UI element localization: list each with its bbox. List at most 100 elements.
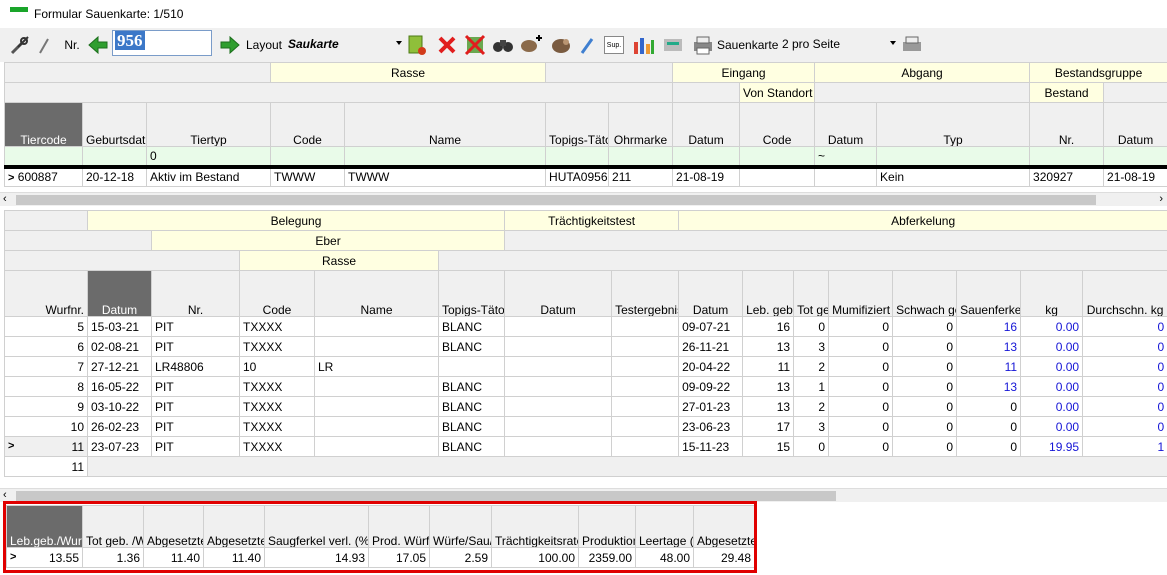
- top-horizontal-scrollbar[interactable]: ‹ ›: [0, 192, 1167, 206]
- chevron-right-icon[interactable]: ›: [1159, 193, 1163, 205]
- cell-test-datum[interactable]: [504, 316, 613, 337]
- table-row[interactable]: 6 02-08-21 PIT TXXXX BLANC 26-11-21 13 3 0 0 13 0.0…: [4, 336, 1167, 357]
- cell-datum[interactable]: 03-10-22: [87, 396, 152, 417]
- sum-col-tot-geb[interactable]: Tot geb. /Wurf (Nr.): [82, 505, 144, 548]
- filter-cell[interactable]: [876, 146, 1031, 167]
- chart-icon[interactable]: [630, 33, 658, 57]
- cell-ohrmarke[interactable]: 211: [608, 166, 674, 187]
- col-ohrmarke[interactable]: Ohrmarke: [608, 102, 674, 147]
- sum-val-leertage[interactable]: 48.00: [635, 547, 694, 568]
- sauenkarte-select[interactable]: 2 pro Seite: [782, 33, 898, 55]
- cell-mumifiziert[interactable]: 0: [828, 356, 894, 377]
- sum-col-produktionstage[interactable]: Produktionstage (Tage): [578, 505, 636, 548]
- cell-topigs[interactable]: [437, 356, 506, 377]
- cell-durchschn-kg[interactable]: 1: [1082, 436, 1167, 457]
- sum-col-abgesetzte-wurf[interactable]: Abgesetzte /Wurf (Nr.): [203, 505, 265, 548]
- cell-schwach-geb[interactable]: 0: [892, 396, 958, 417]
- cell-code[interactable]: TXXXX: [239, 376, 315, 397]
- cell-test-datum[interactable]: [504, 396, 613, 417]
- cell-testergebnis[interactable]: [611, 336, 680, 357]
- cell-tiercode[interactable]: > 600887: [4, 166, 83, 187]
- cell-wurfnr[interactable]: 8: [4, 376, 88, 397]
- table-row[interactable]: 10 26-02-23 PIT TXXXX BLANC 23-06-23 17 3 0 0 0 0.0…: [4, 416, 1167, 437]
- table-row[interactable]: 9 03-10-22 PIT TXXXX BLANC 27-01-23 13 2 0 0 0 0.00…: [4, 396, 1167, 417]
- cell-leb-geb[interactable]: 13: [742, 336, 795, 357]
- cell-geburtsdatum[interactable]: 20-12-18: [82, 166, 147, 187]
- delete-all-icon[interactable]: [462, 33, 488, 57]
- cell-abferkel-datum[interactable]: 20-04-22: [678, 356, 744, 377]
- col-eber-topigs[interactable]: Topigs-Tätowierungsnr.: [437, 270, 506, 317]
- cell-mumifiziert[interactable]: 0: [828, 336, 894, 357]
- cell-kg[interactable]: 19.95: [1020, 436, 1084, 457]
- cell-code[interactable]: TXXXX: [239, 436, 315, 457]
- cell-test-datum[interactable]: [504, 436, 613, 457]
- cell-topigs[interactable]: BLANC: [437, 336, 506, 357]
- cell-datum[interactable]: 27-12-21: [87, 356, 152, 377]
- cell-wurfnr[interactable]: 6: [4, 336, 88, 357]
- cell-schwach-geb[interactable]: 0: [892, 336, 958, 357]
- filter-cell[interactable]: [608, 146, 674, 167]
- col-eber-nr[interactable]: Nr.: [151, 270, 240, 317]
- filter-cell[interactable]: [545, 146, 610, 167]
- cell-name[interactable]: TWWW: [344, 166, 547, 187]
- sum-col-saugferkel-verl[interactable]: Saugferkel verl. (%): [264, 505, 369, 548]
- cell-mumifiziert[interactable]: 0: [828, 376, 894, 397]
- cell-mumifiziert[interactable]: 0: [828, 316, 894, 337]
- sum-col-abgesetzte-absetzung[interactable]: Abgesetzte /Absetzung (Nr.): [143, 505, 204, 548]
- cell-leb-geb[interactable]: 16: [742, 316, 795, 337]
- cell-durchschn-kg[interactable]: 0: [1082, 376, 1167, 397]
- filter-cell[interactable]: [1103, 146, 1167, 167]
- col-eber-code[interactable]: Code: [239, 270, 315, 317]
- cell-eingang-code[interactable]: [739, 166, 816, 187]
- cell-abgang-datum[interactable]: [814, 166, 878, 187]
- cell-mumifiziert[interactable]: 0: [828, 436, 894, 457]
- col-leb-geb[interactable]: Leb. geb.: [742, 270, 795, 317]
- cell-durchschn-kg[interactable]: 0: [1082, 316, 1167, 337]
- cell-schwach-geb[interactable]: 0: [892, 316, 958, 337]
- col-belegung-datum[interactable]: Datum: [87, 270, 152, 317]
- cell-sauenferkel[interactable]: 0: [956, 416, 1022, 437]
- col-schwach-geb[interactable]: Schwach geb.: [892, 270, 958, 317]
- cell-name[interactable]: LR: [314, 356, 439, 377]
- cell-code[interactable]: TXXXX: [239, 336, 315, 357]
- cell-kg[interactable]: 0.00: [1020, 416, 1084, 437]
- filter-cell[interactable]: [270, 146, 346, 167]
- cell-datum[interactable]: 15-03-21: [87, 316, 152, 337]
- cell-topigs[interactable]: HUTA0956: [545, 166, 610, 187]
- cell-tiertyp[interactable]: Aktiv im Bestand: [145, 166, 272, 187]
- col-topigs[interactable]: Topigs-Tätowierungsnr.: [545, 102, 610, 147]
- cell-testergebnis[interactable]: [611, 396, 680, 417]
- cell-tot-geboren[interactable]: 0: [793, 436, 830, 457]
- syringe-icon[interactable]: [576, 33, 598, 57]
- chevron-left-icon[interactable]: ‹: [3, 193, 7, 205]
- cell-abferkel-datum[interactable]: 26-11-21: [678, 336, 744, 357]
- delete-icon[interactable]: [434, 33, 460, 57]
- cell-abferkel-datum[interactable]: 09-09-22: [678, 376, 744, 397]
- cell-wurfnr[interactable]: 9: [4, 396, 88, 417]
- cell-code[interactable]: TXXXX: [239, 416, 315, 437]
- previous-arrow-icon[interactable]: [86, 33, 110, 57]
- cell-tot-geboren[interactable]: 3: [793, 416, 830, 437]
- cell-kg[interactable]: 0.00: [1020, 336, 1084, 357]
- printer-icon[interactable]: [690, 33, 716, 57]
- cell-tot-geboren[interactable]: 0: [793, 316, 830, 337]
- col-test-datum[interactable]: Datum: [504, 270, 613, 317]
- list-print-icon[interactable]: [660, 33, 686, 57]
- cell-abferkel-datum[interactable]: 15-11-23: [678, 436, 744, 457]
- cell-code[interactable]: TXXXX: [239, 396, 315, 417]
- cell-leb-geb[interactable]: 13: [742, 376, 795, 397]
- cell-sauenferkel[interactable]: 11: [956, 356, 1022, 377]
- cell-test-datum[interactable]: [504, 356, 613, 377]
- cell-wurfnr[interactable]: 10: [4, 416, 88, 437]
- sum-val-traechtigkeitsrate[interactable]: 100.00: [491, 547, 579, 568]
- cell-schwach-geb[interactable]: 0: [892, 436, 958, 457]
- cell-leb-geb[interactable]: 17: [742, 416, 795, 437]
- summary-row[interactable]: >13.55 1.36 11.40 11.40 14.93 17.05 2.59 100.00…: [6, 547, 755, 568]
- col-tiercode[interactable]: Tiercode: [4, 102, 83, 147]
- cell-name[interactable]: [314, 396, 439, 417]
- cell-datum[interactable]: 23-07-23: [87, 436, 152, 457]
- cell-datum[interactable]: 02-08-21: [87, 336, 152, 357]
- col-kg[interactable]: kg: [1020, 270, 1084, 317]
- sum-val-leb-geb[interactable]: >13.55: [6, 547, 83, 568]
- col-sauenferkel[interactable]: Sauenferkel: [956, 270, 1022, 317]
